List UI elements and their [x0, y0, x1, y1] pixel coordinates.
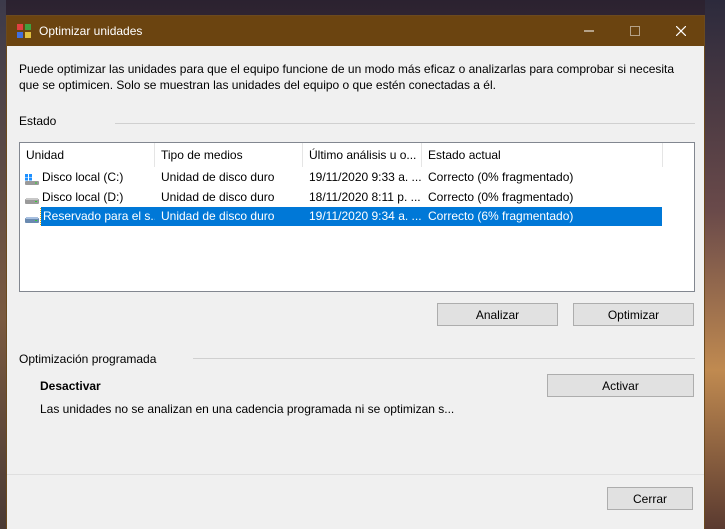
drives-list[interactable]: Unidad Tipo de medios Último análisis u …	[19, 142, 695, 292]
column-header-unidad[interactable]: Unidad	[20, 143, 154, 167]
column-header-estado[interactable]: Estado actual	[422, 143, 662, 167]
column-header-tipo[interactable]: Tipo de medios	[155, 143, 302, 167]
last-run-cell: 19/11/2020 9:34 a. ...	[303, 207, 422, 226]
drive-name: Disco local (D:)	[42, 190, 124, 204]
last-run-cell: 18/11/2020 8:11 p. ...	[309, 190, 421, 204]
list-header: Unidad Tipo de medios Último análisis u …	[20, 143, 663, 167]
analyze-button[interactable]: Analizar	[437, 303, 558, 326]
hard-drive-icon	[25, 192, 39, 204]
close-icon[interactable]	[658, 16, 704, 46]
defrag-app-icon	[16, 23, 32, 39]
media-type-cell: Unidad de disco duro	[161, 190, 275, 204]
optimize-drives-window: Optimizar unidades Puede optimizar las u…	[6, 15, 705, 529]
close-button[interactable]: Cerrar	[607, 487, 693, 510]
table-row-selected[interactable]: Reservado para el s... Unidad de disco d…	[20, 207, 662, 226]
current-status-cell: Correcto (0% fragmentado)	[428, 190, 574, 204]
status-section-label: Estado	[19, 114, 57, 128]
current-status-cell: Correcto (6% fragmentado)	[422, 207, 662, 226]
column-separator[interactable]	[662, 143, 663, 167]
media-type-cell: Unidad de disco duro	[155, 207, 303, 226]
schedule-state: Desactivar	[40, 379, 101, 393]
window-title: Optimizar unidades	[39, 24, 143, 38]
media-type-cell: Unidad de disco duro	[161, 170, 275, 184]
desktop-background-right	[705, 0, 725, 529]
drive-name: Disco local (C:)	[42, 170, 124, 184]
drive-name-cell: Disco local (D:)	[20, 188, 155, 207]
table-row[interactable]: Disco local (D:) Unidad de disco duro 18…	[20, 188, 662, 207]
title-bar[interactable]: Optimizar unidades	[7, 16, 704, 46]
optimize-button[interactable]: Optimizar	[573, 303, 694, 326]
scheduled-section-label: Optimización programada	[19, 352, 157, 366]
schedule-details: Las unidades no se analizan en una caden…	[40, 402, 455, 416]
drive-name-cell: Disco local (C:)	[20, 168, 155, 187]
maximize-button[interactable]	[612, 16, 658, 46]
last-run-cell: 19/11/2020 9:33 a. ...	[309, 170, 422, 184]
table-row[interactable]: Disco local (C:) Unidad de disco duro 19…	[20, 168, 662, 187]
footer-bar: Cerrar	[7, 474, 704, 529]
hard-drive-icon	[25, 211, 39, 223]
activate-button[interactable]: Activar	[547, 374, 694, 397]
description-text: Puede optimizar las unidades para que el…	[19, 62, 675, 92]
drive-name-cell: Reservado para el s...	[20, 207, 155, 226]
drive-name: Reservado para el s...	[40, 207, 155, 226]
scheduled-divider	[193, 358, 695, 359]
windows-drive-icon	[25, 172, 39, 185]
column-header-ultimo[interactable]: Último análisis u o...	[303, 143, 421, 167]
current-status-cell: Correcto (0% fragmentado)	[428, 170, 574, 184]
minimize-button[interactable]	[566, 16, 612, 46]
status-divider	[115, 123, 695, 124]
